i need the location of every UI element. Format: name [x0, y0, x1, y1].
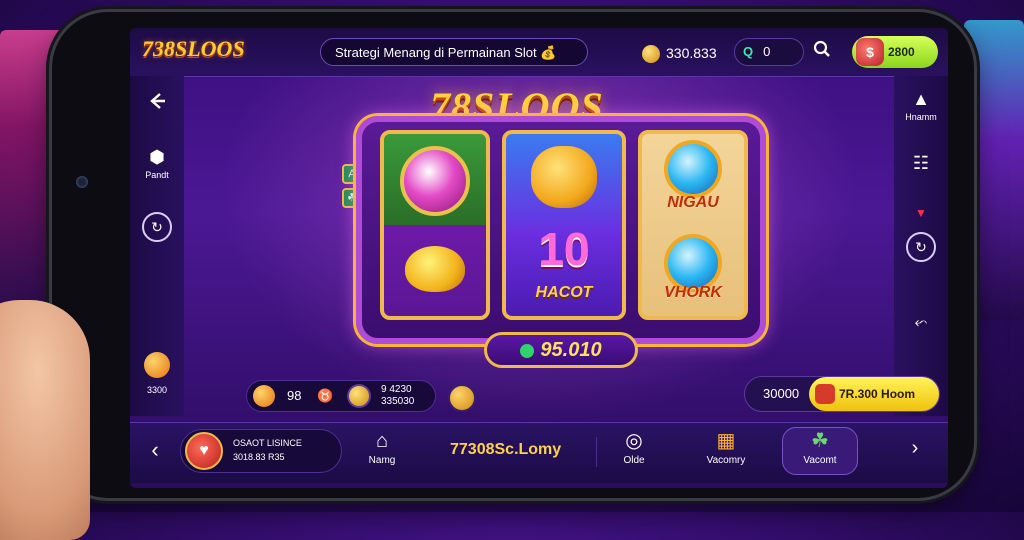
nav-label: Vacomry	[706, 455, 746, 466]
nav-olde[interactable]: ◎ Olde	[604, 429, 664, 466]
home-icon: ⌂	[375, 430, 389, 452]
grid-icon: ☷	[912, 153, 930, 173]
reel-2: 10 HACOT	[502, 130, 626, 320]
notice-marquee[interactable]: Strategi Menang di Permainan Slot 💰	[320, 38, 588, 66]
refresh-button[interactable]: ↻	[894, 232, 948, 262]
nav-vacomt[interactable]: ☘ Vacomt	[790, 429, 850, 466]
profile-card[interactable]: ♥ OSAOT LISINCE 3018.83 R35	[180, 429, 342, 473]
nav-label: Namg	[368, 455, 396, 466]
sidebar-item-label: Hnamm	[905, 112, 937, 122]
sidebar-item-label: Pandt	[145, 170, 169, 180]
money-icon: 💰	[540, 45, 557, 60]
search-input[interactable]: Q0	[734, 38, 804, 66]
divider	[596, 437, 597, 467]
coin-icon	[642, 45, 660, 64]
hand	[0, 300, 90, 540]
reel-3: NIGAU VHORK	[638, 130, 748, 320]
coin-icon	[347, 384, 371, 408]
coin-value: 330.833	[666, 45, 717, 61]
profile-name: OSAOT LISINCE	[233, 438, 302, 448]
reel-word: NIGAU	[667, 194, 719, 211]
gem-icon	[520, 343, 535, 358]
win-value: 95.010	[540, 339, 602, 361]
stat-detail: 9 4230 335030	[381, 384, 414, 408]
bear-symbol	[531, 146, 597, 208]
sidebar-item-refresh[interactable]: ↻	[130, 212, 184, 242]
smiley-symbol	[405, 246, 465, 292]
clover-icon: ☘	[811, 430, 829, 452]
clover-coin-symbol	[400, 146, 470, 216]
stat-line-2: 335030	[381, 396, 415, 407]
bottom-navigation: ‹ ♥ OSAOT LISINCE 3018.83 R35 ⌂ Namg 773…	[130, 422, 948, 483]
player-stats: 98 ♉ 9 4230 335030	[246, 380, 436, 412]
search-value: 0	[763, 44, 771, 59]
money-bag-icon: $	[856, 38, 884, 66]
nav-back-button[interactable]: ‹	[140, 437, 170, 463]
stat-value: 98	[287, 388, 302, 403]
bet-panel: 30000 7R.300 Hoom	[744, 376, 940, 412]
gift-icon	[815, 384, 835, 404]
avatar: ♥	[185, 432, 223, 470]
sidebar-item-label: 3300	[146, 385, 168, 395]
sidebar-item-pandt[interactable]: ⬢ Pandt	[130, 146, 184, 180]
bet-value: 30000	[763, 386, 800, 401]
arrow-left-icon	[150, 93, 165, 109]
chip-icon	[253, 385, 275, 407]
left-sidebar: ⬢ Pandt ↻ 3300	[130, 76, 184, 416]
refresh-icon: ↻	[906, 232, 936, 262]
profile-balance: 3018.83 R35	[233, 452, 285, 462]
reel-word: HACOT	[535, 284, 593, 301]
reel-word: VHORK	[664, 284, 722, 301]
user-icon: ▲	[912, 89, 930, 109]
nav-label: Vacomt	[803, 455, 837, 466]
bonus-coin-icon	[144, 352, 170, 378]
search-symbol: Q	[743, 44, 754, 59]
hand-icon: ♉	[317, 388, 334, 403]
grid-button[interactable]: ☷	[894, 152, 948, 174]
deposit-button[interactable]: $ 2800	[852, 36, 938, 68]
nav-home[interactable]: ⌂ Namg	[352, 429, 412, 466]
slot-reel-frame[interactable]: 10 HACOT NIGAU VHORK	[356, 116, 766, 344]
gem-symbol	[664, 140, 722, 198]
camera-lens	[76, 176, 88, 188]
nav-next-button[interactable]: ›	[900, 437, 930, 460]
back-button[interactable]	[130, 90, 184, 117]
coin-balance: 330.833	[642, 42, 717, 64]
spin-button-label: 7R.300 Hoom	[839, 387, 916, 401]
hexagon-icon: ⬢	[149, 147, 165, 167]
treasure-icon: ▦	[716, 430, 736, 452]
search-icon[interactable]	[810, 40, 834, 64]
share-icon: ⬿	[914, 314, 928, 331]
sidebar-item-bonus[interactable]: 3300	[130, 352, 184, 395]
reel-1	[380, 130, 490, 320]
refresh-icon: ↻	[142, 212, 172, 242]
nav-vacomry[interactable]: ▦ Vacomry	[696, 429, 756, 466]
share-button[interactable]: ⬿	[894, 312, 948, 334]
coin-button[interactable]	[448, 384, 476, 412]
collapse-button[interactable]: ▼	[894, 202, 948, 224]
game-screen: 738SLOOS Strategi Menang di Permainan Sl…	[130, 28, 948, 488]
stat-line-1: 9 4230	[381, 384, 412, 395]
reel-number: 10	[538, 223, 590, 275]
right-sidebar: ▲ Hnamm ☷ ▼ ↻ ⬿	[894, 76, 948, 416]
notice-text: Strategi Menang di Permainan Slot	[335, 45, 537, 60]
deposit-balance: 2800	[888, 45, 915, 59]
sidebar-item-hnamm[interactable]: ▲ Hnamm	[894, 88, 948, 122]
app-logo[interactable]: 738SLOOS	[142, 36, 245, 62]
arrow-down-icon: ▼	[915, 206, 927, 220]
nav-label: Olde	[623, 455, 645, 466]
brand-text: 77308Sc.Lomy	[450, 441, 562, 458]
target-icon: ◎	[625, 430, 643, 452]
win-amount: 95.010	[484, 332, 638, 368]
top-bar: 738SLOOS Strategi Menang di Permainan Sl…	[130, 28, 948, 77]
spin-button[interactable]: 7R.300 Hoom	[809, 377, 939, 411]
